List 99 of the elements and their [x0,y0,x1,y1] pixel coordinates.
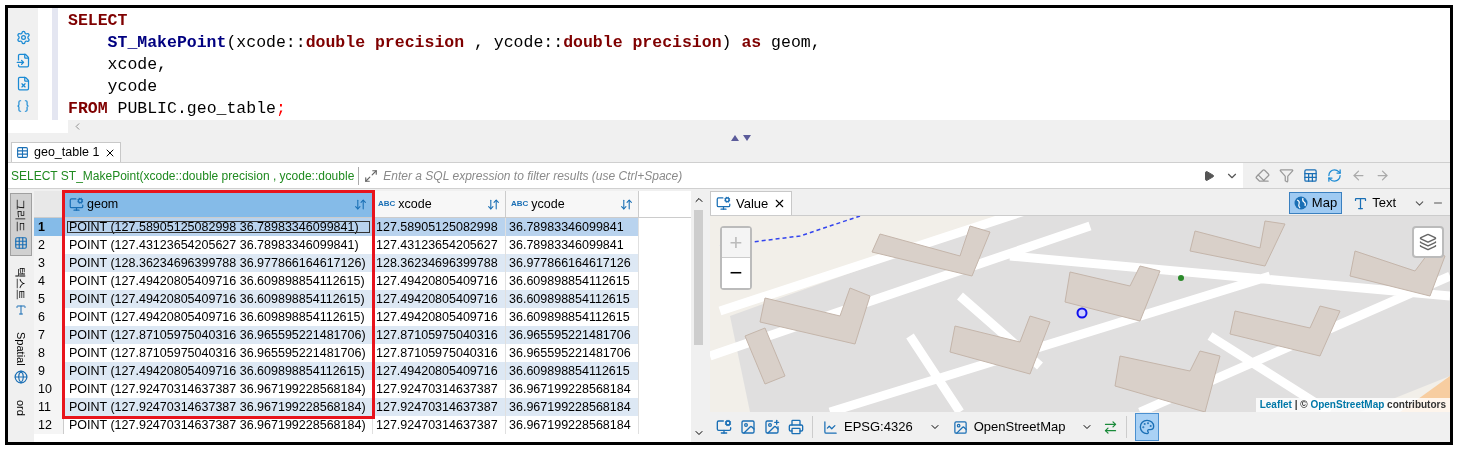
table-cell: POINT (127.92470314637387 36.967199228568184) [64,398,373,416]
table-cell: 127.92470314637387 [373,398,506,416]
table-cell: 36.965595221481706 [506,344,639,362]
view-mode-button[interactable]: Text [1348,192,1401,214]
text-icon [15,304,27,316]
table-cell: 127.87105975040316 [373,344,506,362]
sort-icon[interactable] [620,197,633,211]
type-label: ABC [378,198,396,210]
pane-arrows-icon[interactable] [731,134,751,142]
table-cell: 127.49420805409716 [373,308,506,326]
row-number[interactable]: 3 [34,254,64,272]
view-mode-button[interactable]: Map [1288,192,1343,214]
row-number[interactable]: 6 [34,308,64,326]
table-cell: 36.967199228568184 [506,380,639,398]
table-icon [16,146,29,159]
table-cell: 36.609898854112615 [506,272,639,290]
row-number[interactable]: 7 [34,326,64,344]
palette-icon [1139,419,1156,435]
row-number[interactable]: 12 [34,416,64,434]
code-line: SELECT [68,10,128,32]
expand-icon[interactable] [364,168,379,183]
swap-icon[interactable] [1103,419,1119,435]
table-cell: POINT (128.36234696399788 36.977866164617126) [64,254,373,272]
table-cell: 128.36234696399788 [373,254,506,272]
row-number[interactable]: 2 [34,236,64,254]
filter-icon[interactable] [1279,168,1295,183]
sort-icon[interactable] [354,197,367,211]
row-number[interactable]: 1 [34,218,64,236]
line-chart-icon [823,419,838,435]
type-label: ABC [511,198,529,210]
row-number[interactable]: 10 [34,380,64,398]
location-marker-icon [1076,307,1088,319]
row-number[interactable]: 8 [34,344,64,362]
file-arrow-icon[interactable] [15,53,31,68]
refresh-icon[interactable] [1327,168,1343,183]
table-cell: 127.49420805409716 [373,290,506,308]
table-cell: POINT (127.87105975040316 36.965595221481706) [64,326,373,344]
eraser-icon[interactable] [1255,168,1271,183]
row-number[interactable]: 5 [34,290,64,308]
table-cell: 36.609898854112615 [506,290,639,308]
column-header[interactable]: ABC ycode [506,191,639,217]
table-cell: 127.43123654205627 [373,236,506,254]
side-tab[interactable]: ord [10,394,32,421]
side-tab[interactable]: Spatial [10,327,32,389]
text-icon [1353,195,1369,211]
code-line: ycode [106,76,158,98]
table-cell: 36.609898854112615 [506,362,639,380]
image-add-icon[interactable] [764,419,780,435]
table-cell: POINT (127.49420805409716 36.609898854112615) [64,362,373,380]
table-cell: 127.92470314637387 [373,416,506,434]
table-cell: 127.92470314637387 [373,380,506,398]
table-cell: 36.78983346099841 [506,218,639,236]
column-header[interactable]: geom [64,191,373,217]
column-title: ycode [531,195,566,213]
result-tab[interactable]: geo_table 1 [11,142,122,162]
grid-icon [14,236,28,250]
scrollbar-thumb[interactable] [694,210,703,345]
layers-icon [1419,233,1437,251]
value-tab[interactable]: Value [710,191,793,215]
table-cell: 36.609898854112615 [506,308,639,326]
table-cell: 127.87105975040316 [373,326,506,344]
code-line: xcode, [106,54,168,76]
table-cell: POINT (127.49420805409716 36.609898854112615) [64,290,373,308]
column-title: xcode [398,195,433,213]
table-cell: POINT (127.58905125082998 36.78983346099841) [64,218,373,236]
side-tab[interactable]: 텍스트 [10,262,32,321]
row-number[interactable]: 11 [34,398,64,416]
map-settings-icon[interactable] [716,419,732,435]
map-attribution: Leaflet | © OpenStreetMap contributors [1255,398,1450,412]
projection-dropdown[interactable]: EPSG:4326 [821,417,943,437]
table-cell: 36.967199228568184 [506,398,639,416]
code-line: FROM PUBLIC.geo_table; [68,98,286,120]
code-line: ST_MakePoint(xcode::double precision , ycode::double precision) as geom, [106,32,821,54]
run-icon[interactable] [1203,169,1216,182]
file-error-icon[interactable] [15,76,31,91]
column-title: geom [87,195,120,213]
settings-icon[interactable] [15,30,31,45]
table-cell: 36.967199228568184 [506,416,639,434]
table-cell: 36.977866164617126 [506,254,639,272]
table-cell: 127.49420805409716 [373,272,506,290]
row-number[interactable]: 9 [34,362,64,380]
layers-button[interactable] [1412,226,1444,258]
style-button[interactable] [1135,413,1160,441]
side-tab[interactable]: 그리드 [10,193,32,256]
sort-icon[interactable] [487,197,500,211]
print-icon[interactable] [788,419,804,435]
row-number[interactable]: 4 [34,272,64,290]
table-cell: 127.58905125082998 [373,218,506,236]
filter-bar[interactable]: SELECT ST_MakePoint(xcode::double precision , ycode::double Enter a SQL expression to filter results (use Ctrl+Space) [8,163,1244,188]
table-cell: 127.49420805409716 [373,362,506,380]
variables-icon[interactable] [16,99,30,113]
table-settings-icon[interactable] [1303,168,1319,183]
basemap-dropdown[interactable]: OpenStreetMap [950,417,1096,437]
column-header[interactable]: ABC xcode [373,191,506,217]
table-cell: 36.965595221481706 [506,326,639,344]
query-label: SELECT ST_MakePoint(xcode::double precision , ycode::double [11,166,360,185]
image-icon [952,419,968,435]
image-icon[interactable] [740,419,756,435]
table-cell: 36.78983346099841 [506,236,639,254]
